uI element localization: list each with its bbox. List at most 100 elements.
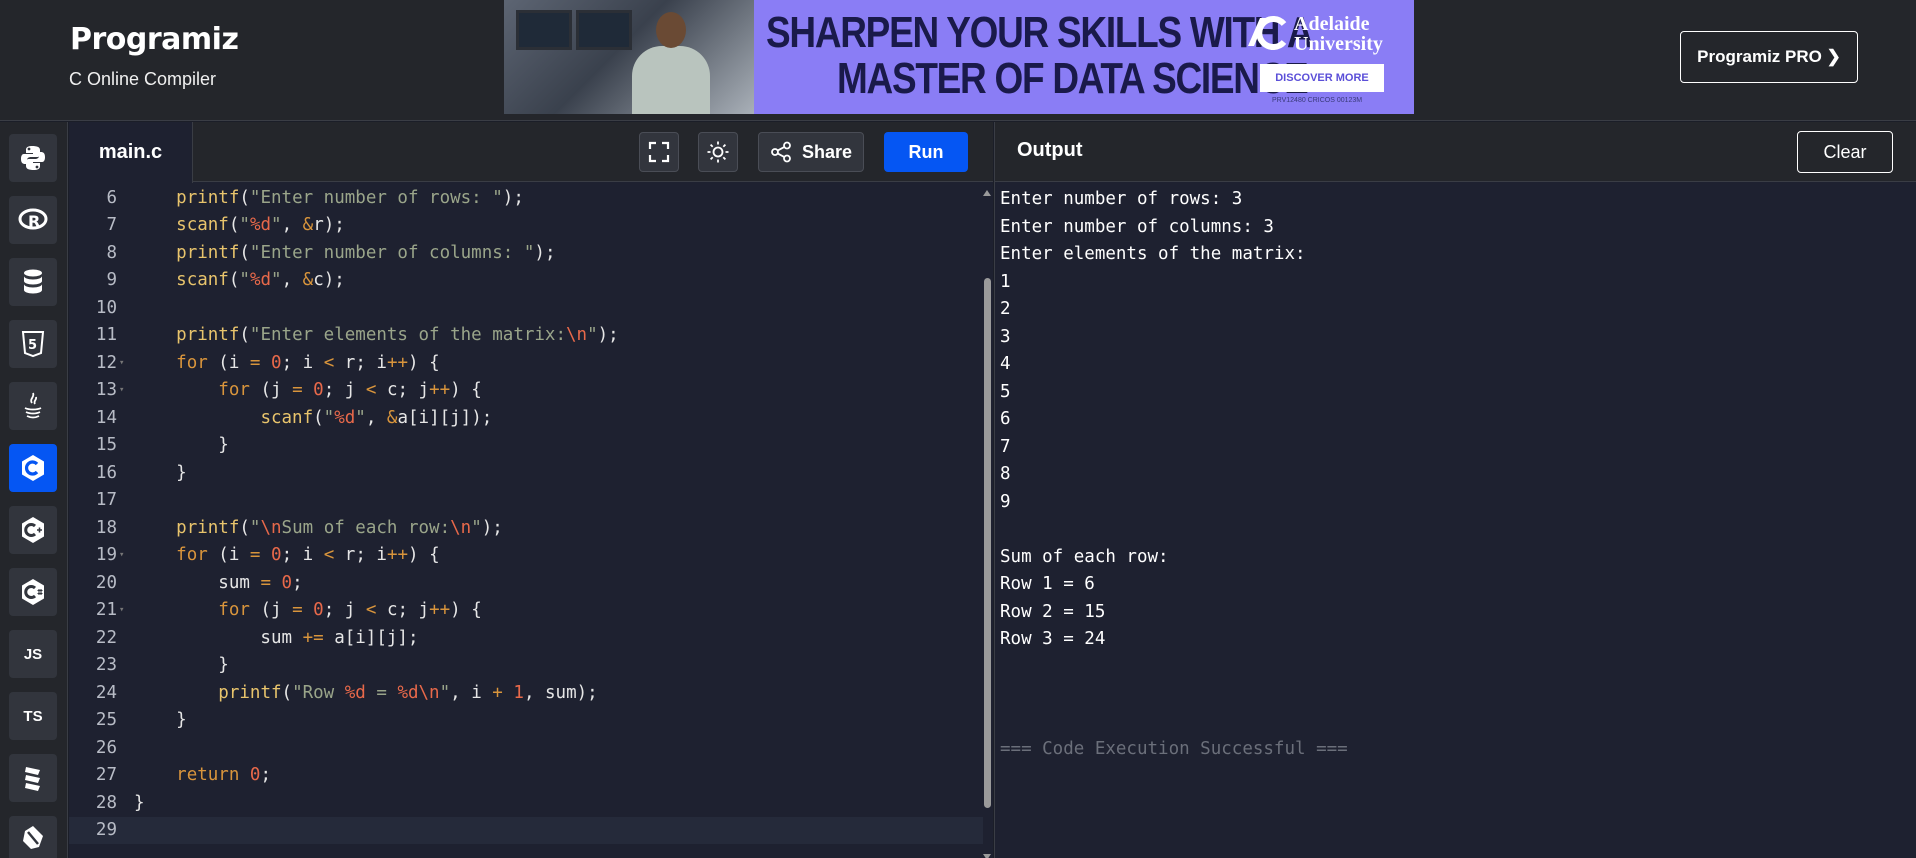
sidebar-item-typescript[interactable]: TS <box>9 692 57 740</box>
code-line[interactable]: 29 <box>69 816 983 844</box>
code-text: } <box>134 435 229 456</box>
fold-arrow-icon[interactable]: ▾ <box>117 358 125 368</box>
line-number: 6 <box>106 187 117 208</box>
fold-arrow-icon[interactable]: ▾ <box>117 605 125 615</box>
code-line[interactable]: 19 ▾ for (i = 0; i < r; i++) { <box>69 542 983 570</box>
line-number: 25 <box>95 710 117 731</box>
code-line[interactable]: 26 <box>69 734 983 762</box>
sidebar-item-csharp[interactable] <box>9 568 57 616</box>
fold-arrow-icon[interactable]: ▾ <box>117 385 125 395</box>
ad-university-name: Adelaide University <box>1294 13 1383 55</box>
code-text: printf("Enter elements of the matrix:\n"… <box>176 325 619 346</box>
output-console[interactable]: Enter number of rows: 3 Enter number of c… <box>1000 186 1348 764</box>
execution-status: === Code Execution Successful === <box>1000 739 1348 759</box>
sidebar-item-python[interactable] <box>9 134 57 182</box>
code-line[interactable]: 28} <box>69 789 983 817</box>
code-line[interactable]: 11 printf("Enter elements of the matrix:… <box>69 322 983 350</box>
swift-icon <box>22 763 44 793</box>
c-language-icon <box>19 453 47 483</box>
scrollbar-thumb[interactable] <box>984 278 991 808</box>
svg-text:5: 5 <box>28 338 37 353</box>
fold-arrow-icon[interactable]: ▾ <box>117 550 125 560</box>
code-text: for (j = 0; j < c; j++) { <box>218 600 482 621</box>
programiz-pro-button[interactable]: Programiz PRO ❯ <box>1680 31 1858 83</box>
code-line[interactable]: 12 ▾ for (i = 0; i < r; i++) { <box>69 349 983 377</box>
output-line: Enter elements of the matrix: <box>1000 244 1306 264</box>
sidebar-item-c[interactable] <box>9 444 57 492</box>
theme-toggle-button[interactable] <box>698 132 738 172</box>
output-line: 4 <box>1000 354 1011 374</box>
clear-button[interactable]: Clear <box>1797 131 1893 173</box>
line-number: 26 <box>95 737 117 758</box>
cpp-icon <box>19 515 47 545</box>
line-number: 29 <box>95 820 117 841</box>
line-number: 23 <box>95 655 117 676</box>
advertisement-banner[interactable]: SHARPEN YOUR SKILLS WITH A MASTER OF DAT… <box>504 0 1414 114</box>
fullscreen-button[interactable] <box>639 132 679 172</box>
share-icon <box>770 141 792 163</box>
code-text: printf("Enter number of columns: "); <box>176 242 556 263</box>
output-line: 8 <box>1000 464 1011 484</box>
programiz-logo[interactable]: Programiz <box>70 22 239 57</box>
line-number: 16 <box>95 462 117 483</box>
code-area[interactable]: 6 printf("Enter number of rows: "); 7 sca… <box>69 184 983 858</box>
header-bar: Programiz C Online Compiler SHARPEN YOUR… <box>0 0 1916 121</box>
line-number: 12 <box>95 352 117 373</box>
svg-text:R: R <box>28 212 40 231</box>
ad-discover-more-button[interactable]: DISCOVER MORE <box>1260 64 1384 92</box>
code-text: printf("Row %d = %d\n", i + 1, sum); <box>218 682 598 703</box>
output-panel: Output Clear Enter number of rows: 3 Ente… <box>994 122 1916 858</box>
code-line[interactable]: 13 ▾ for (j = 0; j < c; j++) { <box>69 377 983 405</box>
sidebar-item-sql[interactable] <box>9 258 57 306</box>
code-line[interactable]: 17 <box>69 487 983 515</box>
output-line: Row 2 = 15 <box>1000 601 1106 622</box>
adelaide-logo-icon <box>1244 14 1288 50</box>
sidebar-item-swift[interactable] <box>9 754 57 802</box>
scroll-up-arrow-icon[interactable] <box>983 190 991 196</box>
sidebar-item-cpp[interactable] <box>9 506 57 554</box>
output-line: 9 <box>1000 491 1011 512</box>
line-number: 28 <box>95 792 117 813</box>
ad-monitor-image <box>576 10 632 50</box>
share-button[interactable]: Share <box>758 132 864 172</box>
code-line[interactable]: 7 scanf("%d", &r); <box>69 212 983 240</box>
code-line[interactable]: 24 printf("Row %d = %d\n", i + 1, sum); <box>69 679 983 707</box>
code-line[interactable]: 27 return 0; <box>69 762 983 790</box>
output-line: 7 <box>1000 436 1011 457</box>
code-text: return 0; <box>176 765 272 786</box>
code-line[interactable]: 18 printf("\nSum of each row:\n"); <box>69 514 983 542</box>
code-line[interactable]: 14 scanf("%d", &a[i][j]); <box>69 404 983 432</box>
code-text: } <box>134 710 187 731</box>
sidebar-item-javascript[interactable]: JS <box>9 630 57 678</box>
code-line[interactable]: 16 } <box>69 459 983 487</box>
sidebar-item-go[interactable] <box>9 816 57 858</box>
editor-toolbar: main.c Share Run <box>69 122 993 183</box>
code-line[interactable]: 15 } <box>69 432 983 460</box>
csharp-icon <box>19 577 47 607</box>
sidebar-item-java[interactable] <box>9 382 57 430</box>
tab-main-c[interactable]: main.c <box>69 122 193 183</box>
editor-scrollbar[interactable] <box>982 190 992 858</box>
output-toolbar: Output Clear <box>995 122 1916 182</box>
sidebar-item-r[interactable]: R <box>9 196 57 244</box>
code-line[interactable]: 21 ▾ for (j = 0; j < c; j++) { <box>69 597 983 625</box>
code-line[interactable]: 8 printf("Enter number of columns: "); <box>69 239 983 267</box>
line-number: 18 <box>95 517 117 538</box>
code-line[interactable]: 10 <box>69 294 983 322</box>
code-line[interactable]: 25 } <box>69 707 983 735</box>
code-text: scanf("%d", &r); <box>176 215 345 236</box>
code-line[interactable]: 22 sum += a[i][j]; <box>69 624 983 652</box>
scroll-down-arrow-icon[interactable] <box>983 854 991 858</box>
code-line[interactable]: 23 } <box>69 652 983 680</box>
code-line[interactable]: 6 printf("Enter number of rows: "); <box>69 184 983 212</box>
run-button[interactable]: Run <box>884 132 968 172</box>
line-number: 17 <box>95 490 117 511</box>
line-number: 21 <box>95 600 117 621</box>
output-line: Enter number of columns: 3 <box>1000 216 1274 237</box>
fullscreen-icon <box>648 141 670 163</box>
code-line[interactable]: 9 scanf("%d", &c); <box>69 267 983 295</box>
sidebar-item-html[interactable]: 5 <box>9 320 57 368</box>
code-line[interactable]: 20 sum = 0; <box>69 569 983 597</box>
